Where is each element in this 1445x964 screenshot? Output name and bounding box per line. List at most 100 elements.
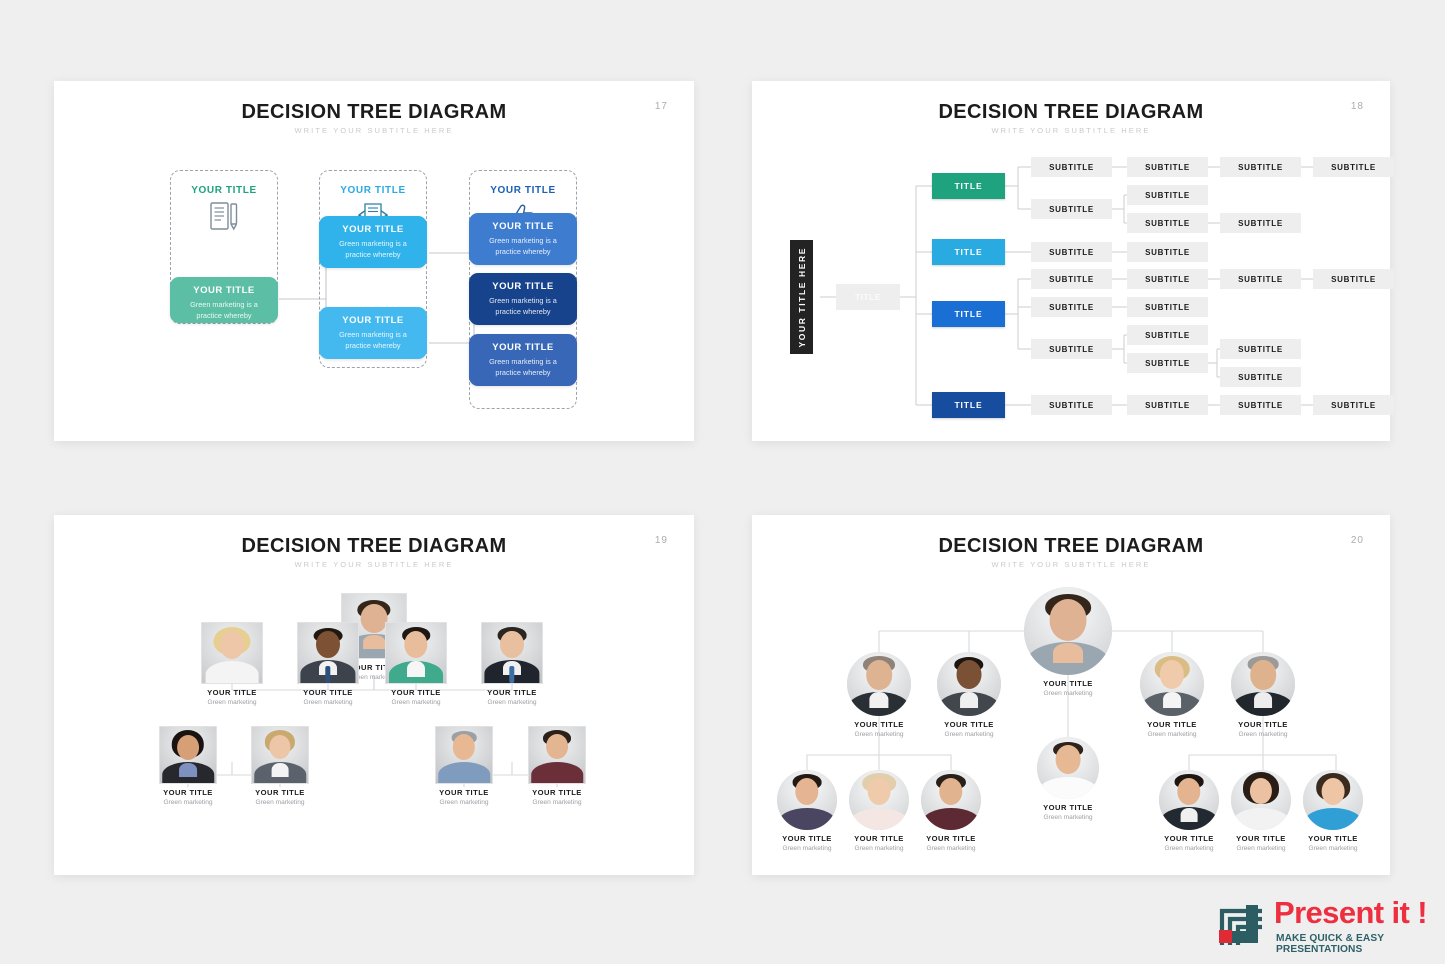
decision-card-2[interactable]: YOUR TITLE Green marketing is a practice… xyxy=(319,216,427,268)
org-node[interactable]: YOUR TITLE Green marketing xyxy=(849,770,909,852)
subtitle-node[interactable]: SUBTITLE xyxy=(1220,395,1301,415)
subtitle-node[interactable]: SUBTITLE xyxy=(1031,199,1112,219)
person-name: YOUR TITLE xyxy=(782,834,832,843)
avatar xyxy=(849,770,909,830)
avatar xyxy=(921,770,981,830)
subtitle-node[interactable]: SUBTITLE xyxy=(1127,157,1208,177)
subtitle-label: SUBTITLE xyxy=(1145,330,1190,340)
subtitle-label: SUBTITLE xyxy=(1049,204,1094,214)
person-name: YOUR TITLE xyxy=(1238,720,1288,729)
person-role: Green marketing xyxy=(1164,845,1214,852)
subtitle-node[interactable]: SUBTITLE xyxy=(1031,395,1112,415)
branch-title-1[interactable]: TITLE xyxy=(932,173,1005,199)
card-body: Green marketing is a practice whereby xyxy=(489,236,557,256)
org-node[interactable]: YOUR TITLE Green marketing xyxy=(937,652,1001,738)
org-node[interactable]: YOUR TITLE Green marketing xyxy=(481,622,543,706)
subtitle-label: SUBTITLE xyxy=(1145,247,1190,257)
subtitle-label: SUBTITLE xyxy=(1238,400,1283,410)
subtitle-node[interactable]: SUBTITLE xyxy=(1127,325,1208,345)
org-node[interactable]: YOUR TITLE Green marketing xyxy=(847,652,911,738)
subtitle-label: SUBTITLE xyxy=(1049,247,1094,257)
subtitle-node[interactable]: SUBTITLE xyxy=(1220,269,1301,289)
subtitle-node[interactable]: SUBTITLE xyxy=(1031,157,1112,177)
decision-card-5[interactable]: YOUR TITLE Green marketing is a practice… xyxy=(469,273,577,325)
org-node[interactable]: YOUR TITLE Green marketing xyxy=(1303,770,1363,852)
org-node[interactable]: YOUR TITLE Green marketing xyxy=(1231,652,1295,738)
slide-decision-tree-17[interactable]: DECISION TREE DIAGRAM WRITE YOUR SUBTITL… xyxy=(54,81,694,441)
subtitle-node[interactable]: SUBTITLE xyxy=(1127,297,1208,317)
slide-decision-tree-20[interactable]: DECISION TREE DIAGRAM WRITE YOUR SUBTITL… xyxy=(752,515,1390,875)
subtitle-node[interactable]: SUBTITLE xyxy=(1127,242,1208,262)
org-node-root[interactable]: YOUR TITLE Green marketing xyxy=(1024,587,1112,697)
logo-tagline: MAKE QUICK & EASY PRESENTATIONS xyxy=(1276,933,1384,955)
card-title: YOUR TITLE xyxy=(492,281,554,292)
decision-card-3[interactable]: YOUR TITLE Green marketing is a practice… xyxy=(319,307,427,359)
subtitle-node[interactable]: SUBTITLE xyxy=(1127,269,1208,289)
decision-card-1[interactable]: YOUR TITLE Green marketing is a practice… xyxy=(170,277,278,323)
subtitle-node[interactable]: SUBTITLE xyxy=(1313,269,1394,289)
avatar xyxy=(1231,652,1295,716)
person-name: YOUR TITLE xyxy=(439,788,489,797)
subtitle-node[interactable]: SUBTITLE xyxy=(1031,269,1112,289)
org-node[interactable]: YOUR TITLE Green marketing xyxy=(777,770,837,852)
subtitle-node[interactable]: SUBTITLE xyxy=(1220,339,1301,359)
brand-logo: Present it ! MAKE QUICK & EASY PRESENTAT… xyxy=(1216,893,1445,955)
org-node[interactable]: YOUR TITLE Green marketing xyxy=(385,622,447,706)
slide-decision-tree-18[interactable]: DECISION TREE DIAGRAM WRITE YOUR SUBTITL… xyxy=(752,81,1394,441)
person-role: Green marketing xyxy=(926,845,976,852)
subtitle-label: SUBTITLE xyxy=(1145,302,1190,312)
card-body: Green marketing is a practice whereby xyxy=(339,239,407,259)
avatar xyxy=(435,726,493,784)
person-name: YOUR TITLE xyxy=(854,834,904,843)
subtitle-node[interactable]: SUBTITLE xyxy=(1313,395,1394,415)
person-role: Green marketing xyxy=(854,731,904,738)
card-title: YOUR TITLE xyxy=(193,285,255,296)
card-body: Green marketing is a practice whereby xyxy=(339,330,407,350)
org-node[interactable]: YOUR TITLE Green marketing xyxy=(1140,652,1204,738)
subtitle-label: SUBTITLE xyxy=(1331,400,1376,410)
subtitle-label: SUBTITLE xyxy=(1145,190,1190,200)
subtitle-node[interactable]: SUBTITLE xyxy=(1220,157,1301,177)
subtitle-node[interactable]: SUBTITLE xyxy=(1220,213,1301,233)
person-role: Green marketing xyxy=(854,845,904,852)
subtitle-node[interactable]: SUBTITLE xyxy=(1127,213,1208,233)
subtitle-node[interactable]: SUBTITLE xyxy=(1031,242,1112,262)
branch-title-3[interactable]: TITLE xyxy=(932,301,1005,327)
person-name: YOUR TITLE xyxy=(255,788,305,797)
subtitle-label: SUBTITLE xyxy=(1331,274,1376,284)
subtitle-node[interactable]: SUBTITLE xyxy=(1127,395,1208,415)
person-role: Green marketing xyxy=(303,699,353,706)
subtitle-node[interactable]: SUBTITLE xyxy=(1031,339,1112,359)
org-node[interactable]: YOUR TITLE Green marketing xyxy=(1037,737,1099,821)
decision-card-4[interactable]: YOUR TITLE Green marketing is a practice… xyxy=(469,213,577,265)
org-node[interactable]: YOUR TITLE Green marketing xyxy=(159,726,217,806)
root-title-bar[interactable]: YOUR TITLE HERE xyxy=(790,240,813,354)
card-body: Green marketing is a practice whereby xyxy=(190,300,258,320)
subtitle-label: SUBTITLE xyxy=(1238,372,1283,382)
org-node[interactable]: YOUR TITLE Green marketing xyxy=(528,726,586,806)
subtitle-node[interactable]: SUBTITLE xyxy=(1127,353,1208,373)
org-node[interactable]: YOUR TITLE Green marketing xyxy=(251,726,309,806)
subtitle-label: SUBTITLE xyxy=(1049,344,1094,354)
slide-decision-tree-19[interactable]: DECISION TREE DIAGRAM WRITE YOUR SUBTITL… xyxy=(54,515,694,875)
center-title-box[interactable]: TITLE xyxy=(836,284,900,310)
org-node[interactable]: YOUR TITLE Green marketing xyxy=(435,726,493,806)
subtitle-node[interactable]: SUBTITLE xyxy=(1127,185,1208,205)
decision-card-6[interactable]: YOUR TITLE Green marketing is a practice… xyxy=(469,334,577,386)
subtitle-node[interactable]: SUBTITLE xyxy=(1220,367,1301,387)
person-name: YOUR TITLE xyxy=(391,688,441,697)
org-node[interactable]: YOUR TITLE Green marketing xyxy=(1231,770,1291,852)
org-node[interactable]: YOUR TITLE Green marketing xyxy=(921,770,981,852)
subtitle-label: SUBTITLE xyxy=(1238,274,1283,284)
person-name: YOUR TITLE xyxy=(487,688,537,697)
person-name: YOUR TITLE xyxy=(303,688,353,697)
org-node[interactable]: YOUR TITLE Green marketing xyxy=(201,622,263,706)
subtitle-node[interactable]: SUBTITLE xyxy=(1031,297,1112,317)
org-node[interactable]: YOUR TITLE Green marketing xyxy=(1159,770,1219,852)
person-name: YOUR TITLE xyxy=(1164,834,1214,843)
branch-title-2[interactable]: TITLE xyxy=(932,239,1005,265)
org-node[interactable]: YOUR TITLE Green marketing xyxy=(297,622,359,706)
subtitle-node[interactable]: SUBTITLE xyxy=(1313,157,1394,177)
avatar xyxy=(1159,770,1219,830)
branch-title-4[interactable]: TITLE xyxy=(932,392,1005,418)
